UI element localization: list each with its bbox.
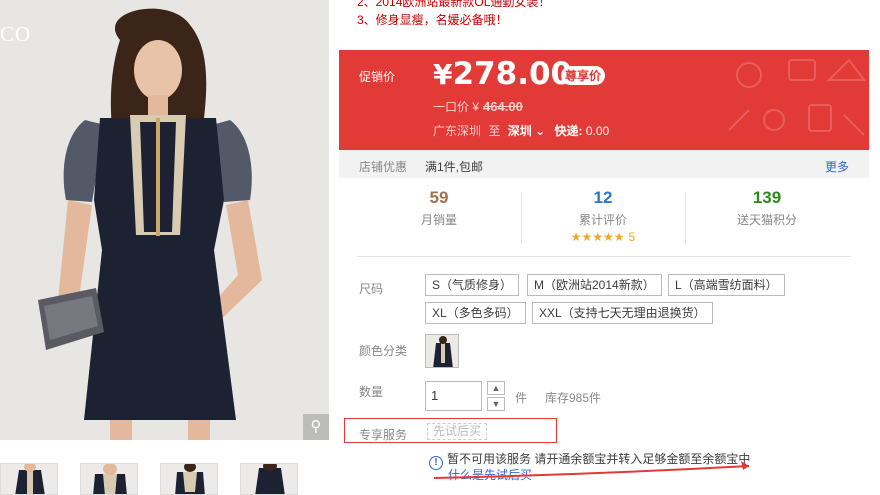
ship-to-select[interactable]: 深圳 ⌄ bbox=[508, 124, 545, 138]
rating-value: 5 bbox=[628, 230, 636, 244]
ship-from: 广东深圳 bbox=[433, 124, 482, 138]
description-line: 2、2014欧洲站最新款OL通勤女装！ bbox=[357, 0, 551, 9]
stat-value: 59 bbox=[429, 188, 449, 207]
shop-promotion-bar: 店铺优惠 满1件,包邮 更多 bbox=[339, 150, 869, 178]
size-option-l[interactable]: L（高端雪纺面料） bbox=[668, 274, 785, 296]
stat-value: 139 bbox=[752, 188, 782, 207]
notice-text: 暂不可用该服务 请开通余额宝并转入足够金额至余额宝中 bbox=[447, 452, 751, 466]
thumbnail-item[interactable] bbox=[0, 463, 58, 495]
currency-symbol: ¥ bbox=[433, 58, 453, 91]
service-label: 专享服务 bbox=[359, 428, 408, 442]
vip-price-badge: 尊享价 bbox=[561, 66, 606, 85]
stat-label: 累计评价 bbox=[578, 213, 627, 227]
thumbnail-item[interactable] bbox=[160, 463, 218, 495]
ship-to-city: 深圳 bbox=[507, 124, 532, 138]
original-currency: ¥ bbox=[472, 100, 480, 114]
quantity-label: 数量 bbox=[359, 385, 384, 399]
ship-to-label: 至 bbox=[488, 124, 501, 138]
original-price-label: 一口价 bbox=[433, 100, 470, 114]
quantity-input[interactable]: 1 bbox=[425, 381, 482, 411]
try-before-buy-option[interactable]: 先试后买 bbox=[427, 423, 488, 440]
more-link[interactable]: 更多 bbox=[825, 158, 849, 175]
thumbnail-item[interactable] bbox=[80, 463, 138, 495]
color-label: 颜色分类 bbox=[359, 344, 408, 358]
info-icon: ! bbox=[429, 456, 443, 470]
price-value: 278.00 bbox=[452, 56, 573, 92]
color-option-swatch[interactable] bbox=[425, 334, 459, 368]
product-gallery: CO ⚲ bbox=[0, 0, 339, 495]
shipping-info: 广东深圳 至 深圳 ⌄ 快递: 0.00 bbox=[433, 122, 609, 139]
stat-monthly-sales: 59 月销量 bbox=[357, 188, 521, 248]
promo-price-label: 促销价 bbox=[359, 70, 396, 84]
search-icon[interactable]: ⚲ bbox=[303, 414, 329, 440]
quantity-increase-button[interactable]: ▲ bbox=[487, 381, 505, 395]
thumbnail-strip bbox=[0, 463, 339, 495]
price-panel: 促销价 ¥278.00 尊享价 一口价 ¥464.00 广东深圳 至 深圳 ⌄ … bbox=[339, 50, 869, 150]
stat-reviews[interactable]: 12 累计评价 ★★★★★ 5 bbox=[521, 188, 685, 248]
stat-points: 139 送天猫积分 bbox=[685, 188, 849, 248]
product-photo bbox=[0, 0, 329, 440]
stat-label: 送天猫积分 bbox=[736, 213, 797, 227]
sales-stats: 59 月销量 12 累计评价 ★★★★★ 5 139 送天猫积分 bbox=[357, 188, 849, 248]
size-option-m[interactable]: M（欧洲站2014新款） bbox=[527, 274, 662, 296]
divider bbox=[357, 256, 851, 257]
product-description: 2、2014欧洲站最新款OL通勤女装！ 3、修身显瘦，名媛必备哦！ bbox=[357, 0, 550, 29]
decorative-pattern bbox=[728, 58, 866, 136]
size-option-s[interactable]: S（气质修身） bbox=[425, 274, 520, 296]
size-option-xxl[interactable]: XXL（支持七天无理由退换货） bbox=[532, 302, 713, 324]
promo-price: ¥278.00 bbox=[433, 56, 572, 92]
shipping-fee-label: 快递: bbox=[554, 124, 583, 138]
original-price: 一口价 ¥464.00 bbox=[433, 98, 523, 115]
brand-watermark: CO bbox=[0, 22, 32, 46]
size-option-xl[interactable]: XL（多色多码） bbox=[425, 302, 526, 324]
stat-label: 月销量 bbox=[420, 213, 457, 227]
shop-promo-text: 满1件,包邮 bbox=[425, 160, 484, 174]
stock-count: 库存985件 bbox=[545, 391, 602, 405]
shop-promo-label: 店铺优惠 bbox=[359, 160, 408, 174]
what-is-try-before-buy-link[interactable]: 什么是先试后买 bbox=[448, 466, 532, 483]
thumbnail-item[interactable] bbox=[240, 463, 298, 495]
size-label: 尺码 bbox=[359, 282, 384, 296]
chevron-down-icon: ⌄ bbox=[535, 124, 546, 138]
product-details: 2、2014欧洲站最新款OL通勤女装！ 3、修身显瘦，名媛必备哦！ 促销价 ¥2… bbox=[339, 0, 880, 495]
star-icon: ★★★★★ bbox=[570, 230, 625, 244]
quantity-unit: 件 bbox=[515, 391, 528, 405]
original-price-value: 464.00 bbox=[483, 99, 523, 114]
shipping-fee: 0.00 bbox=[585, 124, 610, 138]
rating-stars: ★★★★★ 5 bbox=[521, 230, 685, 244]
description-line: 3、修身显瘦，名媛必备哦！ bbox=[357, 13, 508, 27]
quantity-decrease-button[interactable]: ▼ bbox=[487, 397, 505, 411]
stat-value: 12 bbox=[593, 188, 613, 207]
main-product-image[interactable]: CO ⚲ bbox=[0, 0, 329, 440]
